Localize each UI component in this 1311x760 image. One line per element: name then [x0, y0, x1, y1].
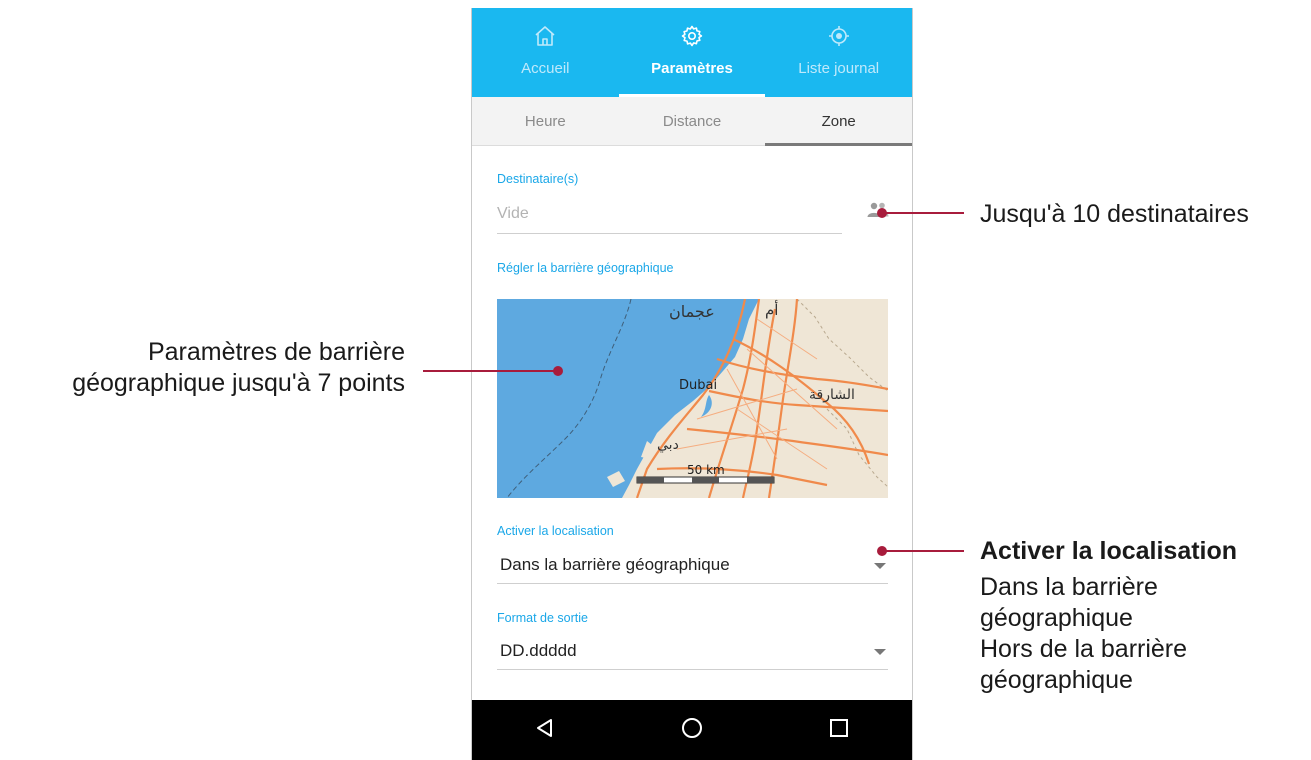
map-label-sharjah: الشارقة: [809, 387, 855, 403]
annotation-activation-option-1-line-2: géographique: [980, 604, 1133, 632]
output-format-label: Format de sortie: [497, 611, 589, 625]
location-target-icon: [827, 24, 851, 48]
settings-gear-icon: [680, 24, 704, 48]
map-label-dubai: Dubai: [679, 378, 717, 393]
annotation-activation-option-2-line-1: Hors de la barrière: [980, 635, 1188, 663]
recipients-label: Destinataire(s): [497, 172, 579, 186]
subtab-zone-label: Zone: [821, 112, 856, 130]
tab-accueil-label: Accueil: [521, 60, 570, 77]
subtab-distance-label: Distance: [662, 112, 722, 130]
map-scale-label: 50 km: [687, 463, 725, 477]
tab-accueil[interactable]: Accueil: [472, 8, 619, 97]
subtab-heure-label: Heure: [524, 112, 566, 130]
annotation-activation-option-2-line-2: géographique: [980, 666, 1133, 694]
phone-screen: Accueil Paramètres Liste journal Heure D…: [471, 8, 913, 760]
tab-parametres-label: Paramètres: [651, 60, 733, 77]
annotation-activation-title: Activer la localisation: [980, 537, 1238, 565]
map-label-dubai-arabic: دبي: [657, 437, 679, 453]
active-subtab-indicator: [765, 143, 912, 146]
recents-button[interactable]: [765, 700, 912, 760]
annotation-recipients: Jusqu'à 10 destinataires: [980, 200, 1249, 228]
map-label-ajman: عجمان: [669, 302, 715, 321]
recents-square-icon: [828, 717, 850, 744]
activation-select[interactable]: Dans la barrière géographique: [497, 547, 888, 584]
annotation-geofence-line-1: Paramètres de barrière: [147, 338, 405, 366]
top-navigation: Accueil Paramètres Liste journal: [472, 8, 912, 97]
back-button[interactable]: [472, 700, 619, 760]
home-circle-icon: [681, 717, 703, 744]
annotation-line-geofence: [423, 370, 557, 372]
activation-label: Activer la localisation: [497, 524, 614, 538]
tab-liste-journal[interactable]: Liste journal: [765, 8, 912, 97]
recipients-input[interactable]: Vide: [497, 197, 842, 234]
home-icon: [533, 24, 557, 48]
annotation-dot-geofence: [553, 366, 563, 376]
subtab-heure[interactable]: Heure: [472, 97, 619, 145]
geofence-label: Régler la barrière géographique: [497, 261, 674, 275]
back-icon: [534, 717, 556, 744]
subtab-zone[interactable]: Zone: [765, 97, 912, 146]
chevron-down-icon: [874, 649, 886, 655]
annotation-geofence-line-2: géographique jusqu'à 7 points: [72, 369, 405, 397]
home-button[interactable]: [619, 700, 766, 760]
subtab-distance[interactable]: Distance: [619, 97, 766, 145]
annotation-line-recipients: [884, 212, 964, 214]
chevron-down-icon: [874, 563, 886, 569]
subtab-bar: Heure Distance Zone: [472, 97, 912, 146]
output-format-value: DD.ddddd: [500, 641, 577, 660]
activation-value: Dans la barrière géographique: [500, 555, 730, 574]
tab-liste-journal-label: Liste journal: [798, 60, 880, 77]
map-label-umm: أم: [765, 300, 778, 319]
tab-parametres[interactable]: Paramètres: [618, 8, 766, 97]
map-scale-bar: [636, 476, 775, 484]
output-format-select[interactable]: DD.ddddd: [497, 633, 888, 670]
system-navigation-bar: [472, 700, 912, 760]
annotation-line-activation: [884, 550, 964, 552]
annotation-activation-option-1-line-1: Dans la barrière: [980, 573, 1158, 601]
geofence-map[interactable]: أم عجمان Dubai الشارقة دبي 50 km: [497, 299, 888, 498]
recipients-placeholder: Vide: [497, 205, 529, 222]
annotation-activation: Activer la localisation Dans la barrière…: [980, 536, 1237, 696]
annotation-geofence: Paramètres de barrière géographique jusq…: [0, 337, 405, 399]
